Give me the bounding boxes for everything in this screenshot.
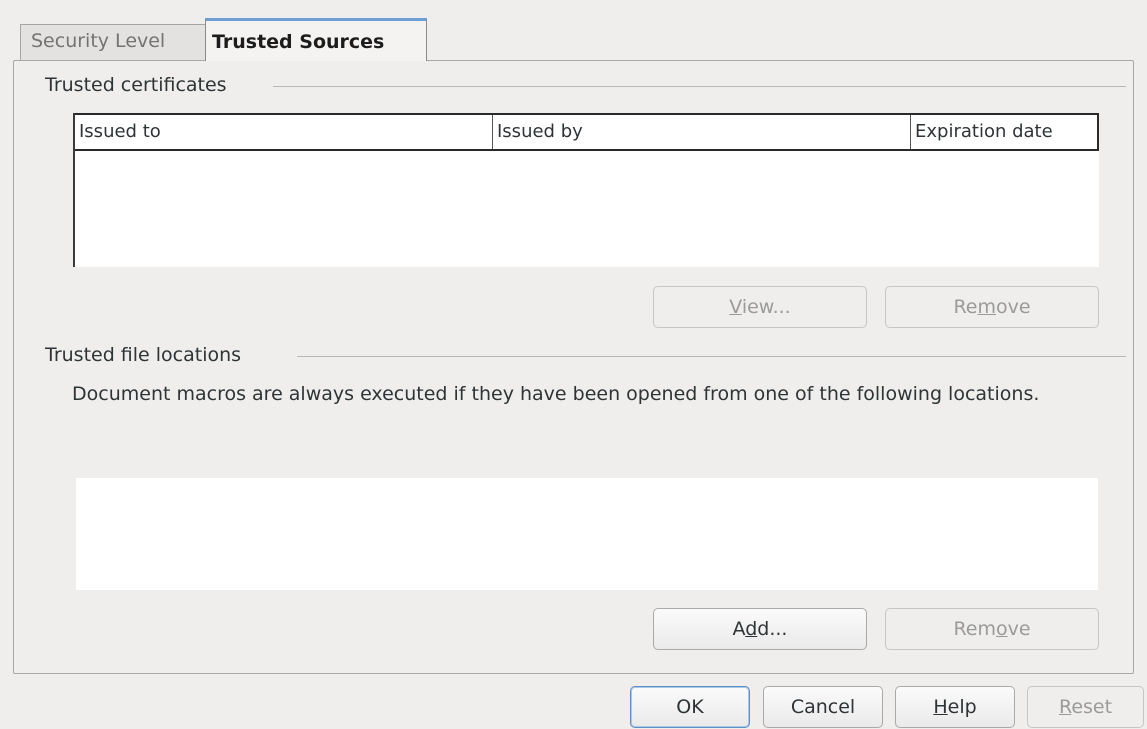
add-location-button[interactable]: Add... xyxy=(653,608,867,650)
remove-certificate-button[interactable]: Remove xyxy=(885,286,1099,328)
button-label: iew... xyxy=(741,296,791,318)
mnemonic: d xyxy=(745,618,758,640)
section-divider xyxy=(273,86,1126,87)
locations-description: Document macros are always executed if t… xyxy=(72,383,1040,405)
button-label: eset xyxy=(1071,696,1113,718)
certificates-table-header: Issued to Issued by Expiration date xyxy=(75,113,1099,151)
button-label: ve xyxy=(1007,618,1031,640)
tab-trusted-sources[interactable]: Trusted Sources xyxy=(205,18,427,61)
trusted-certificates-title: Trusted certificates xyxy=(45,74,227,96)
button-label: Re xyxy=(953,296,978,318)
view-certificate-button[interactable]: View... xyxy=(653,286,867,328)
button-label: Rem xyxy=(953,618,996,640)
remove-location-button[interactable]: Remove xyxy=(885,608,1099,650)
reset-button[interactable]: Reset xyxy=(1027,686,1144,728)
cancel-button[interactable]: Cancel xyxy=(763,686,883,728)
ok-button[interactable]: OK xyxy=(630,686,750,728)
button-label: A xyxy=(732,618,746,640)
mnemonic: V xyxy=(729,296,742,318)
mnemonic: m xyxy=(977,296,996,318)
button-label: elp xyxy=(947,696,977,718)
section-divider xyxy=(297,356,1126,357)
column-header-issued-to[interactable]: Issued to xyxy=(75,115,493,149)
trusted-file-locations-title: Trusted file locations xyxy=(45,344,242,366)
file-locations-list[interactable] xyxy=(76,478,1098,590)
mnemonic: o xyxy=(995,618,1008,640)
macro-security-dialog: Security Level Trusted Sources Trusted c… xyxy=(0,0,1147,729)
button-label: d... xyxy=(757,618,788,640)
certificates-table[interactable]: Issued to Issued by Expiration date xyxy=(73,113,1099,267)
column-header-issued-by[interactable]: Issued by xyxy=(493,115,911,149)
mnemonic: R xyxy=(1058,696,1072,718)
help-button[interactable]: Help xyxy=(895,686,1015,728)
mnemonic: H xyxy=(933,696,948,718)
tab-security-level[interactable]: Security Level xyxy=(20,24,206,61)
button-label: ove xyxy=(996,296,1031,318)
column-header-expiration-date[interactable]: Expiration date xyxy=(911,115,1097,149)
